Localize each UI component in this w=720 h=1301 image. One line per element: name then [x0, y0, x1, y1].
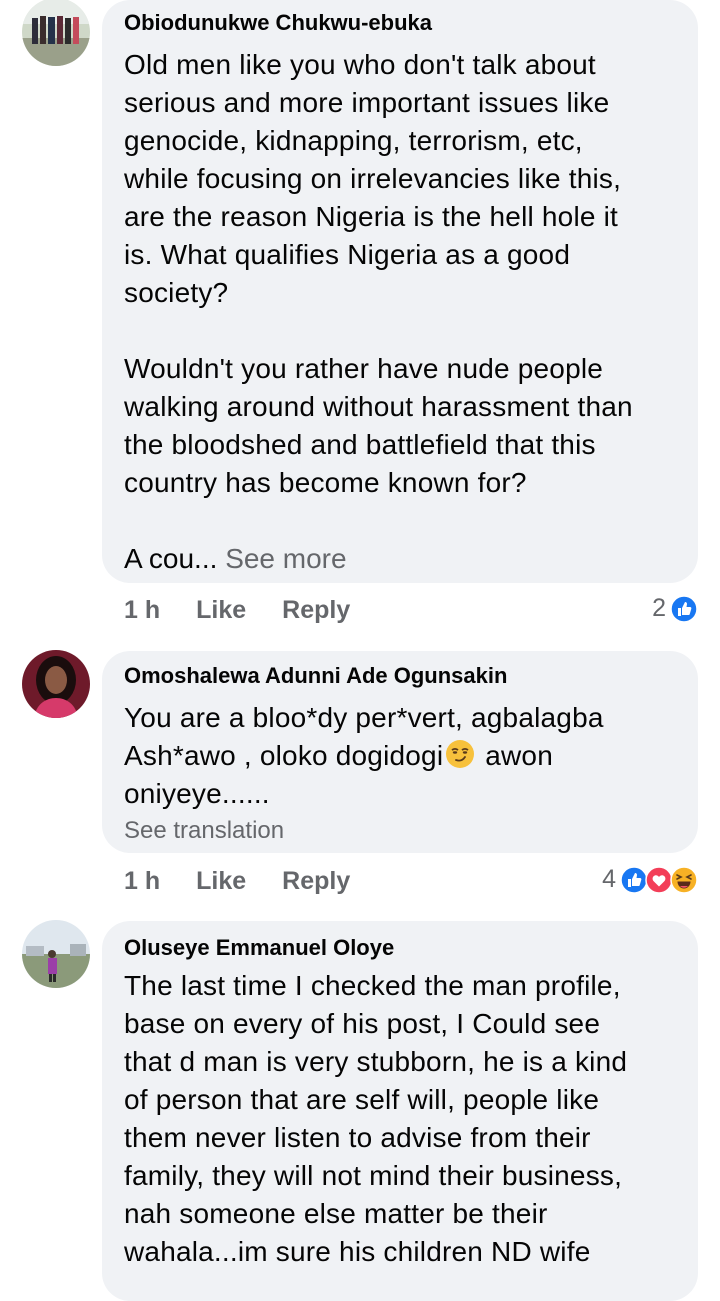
avatar-photo [22, 650, 90, 718]
smirk-emoji [446, 740, 475, 768]
avatar[interactable] [22, 650, 90, 718]
reaction-summary[interactable]: 2 [652, 594, 698, 623]
reply-button[interactable]: Reply [282, 867, 350, 896]
avatar-photo [22, 920, 90, 988]
reaction-count: 4 [602, 865, 616, 893]
comment-bubble: Omoshalewa Adunni Ade Ogunsakin You are … [102, 651, 698, 853]
love-icon [645, 865, 673, 894]
like-icon [620, 865, 648, 894]
haha-icon [670, 865, 698, 894]
comment-text: You are a bloo*dy per*vert, agbalagba As… [124, 699, 676, 813]
comment-actions: 1 h Like Reply [124, 867, 350, 896]
comment-author[interactable]: Omoshalewa Adunni Ade Ogunsakin [124, 663, 676, 689]
comment-author[interactable]: Obiodunukwe Chukwu-ebuka [124, 10, 676, 36]
comment-bubble: Obiodunukwe Chukwu-ebuka Old men like yo… [102, 0, 698, 583]
like-icon [670, 594, 698, 623]
comment-text: Old men like you who don't talk about se… [124, 49, 633, 498]
comment-time[interactable]: 1 h [124, 867, 160, 896]
reaction-count: 2 [652, 594, 666, 622]
avatar[interactable] [22, 920, 90, 988]
like-button[interactable]: Like [196, 867, 246, 896]
reply-button[interactable]: Reply [282, 596, 350, 625]
see-translation-link[interactable]: See translation [124, 815, 676, 847]
avatar[interactable] [22, 0, 90, 66]
reaction-summary[interactable]: 4 [602, 865, 698, 894]
truncated-line: A cou... See more [124, 540, 676, 578]
avatar-photo [22, 0, 90, 66]
comment-time[interactable]: 1 h [124, 596, 160, 625]
comment-author[interactable]: Oluseye Emmanuel Oloye [124, 935, 676, 961]
truncated-text: A cou... [124, 543, 218, 574]
see-more-link[interactable]: See more [225, 543, 346, 574]
comment-bubble: Oluseye Emmanuel Oloye The last time I c… [102, 921, 698, 1301]
comment-actions: 1 h Like Reply [124, 596, 350, 625]
like-button[interactable]: Like [196, 596, 246, 625]
comment-text: The last time I checked the man profile,… [124, 970, 628, 1267]
